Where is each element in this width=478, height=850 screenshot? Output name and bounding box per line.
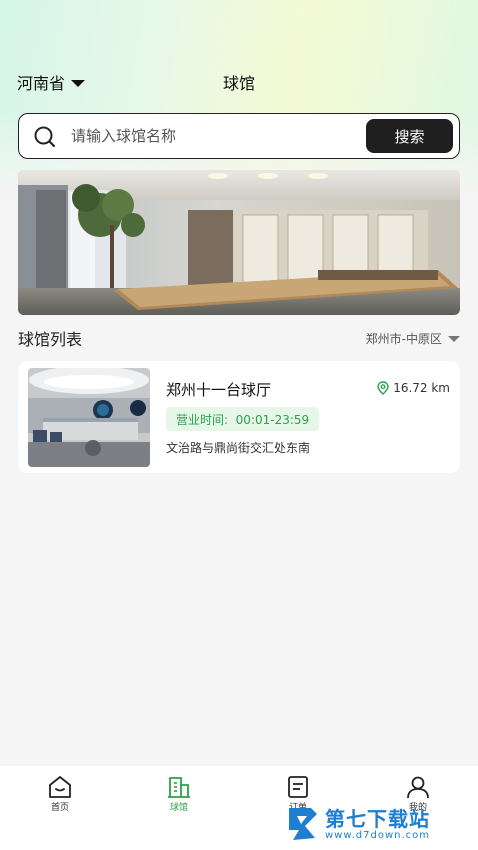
business-hours-badge: 营业时间: 00:01-23:59 <box>166 407 320 431</box>
watermark-logo-icon <box>289 808 317 840</box>
section-title: 球馆列表 <box>18 330 83 349</box>
profile-icon <box>407 776 429 799</box>
venue-distance: 16.72 km <box>376 381 450 395</box>
site-watermark: 第七下载站 www.d7down.com <box>285 800 475 848</box>
billiard-room-photo <box>18 170 460 315</box>
search-icon <box>34 126 56 148</box>
order-icon <box>288 776 308 798</box>
search-button[interactable]: 搜索 <box>366 119 453 153</box>
tab-home-label: 首页 <box>50 803 69 813</box>
venue-thumbnail <box>28 368 150 467</box>
venue-list-header: 球馆列表 郑州市-中原区 <box>18 326 460 350</box>
location-pin-icon <box>377 381 389 395</box>
banner-image[interactable] <box>18 170 460 315</box>
watermark-url: www.d7down.com <box>325 829 431 841</box>
tab-venue[interactable]: 球馆 <box>149 774 209 813</box>
page-title: 球馆 <box>222 74 255 93</box>
venue-address: 文治路与鼎尚街交汇处东南 <box>166 441 311 455</box>
search-bar: 搜索 <box>18 113 460 159</box>
tab-home[interactable]: 首页 <box>30 774 90 813</box>
top-header: 河南省 球馆 <box>0 62 478 98</box>
caret-down-icon <box>448 335 460 342</box>
venue-photo <box>28 368 150 467</box>
search-input[interactable] <box>71 122 371 150</box>
venue-card[interactable]: 郑州十一台球厅 16.72 km 营业时间: 00:01-23:59 文治路与鼎… <box>18 361 460 473</box>
tab-venue-label: 球馆 <box>169 803 188 813</box>
venue-distance-label: 16.72 km <box>393 381 450 395</box>
business-hours-label: 营业时间: 00:01-23:59 <box>176 412 310 427</box>
watermark-title: 第七下载站 <box>325 806 430 831</box>
venue-name: 郑州十一台球厅 <box>166 381 272 399</box>
venue-icon <box>168 777 190 798</box>
district-filter-label: 郑州市-中原区 <box>365 332 442 346</box>
home-icon <box>49 776 71 798</box>
district-filter[interactable]: 郑州市-中原区 <box>366 330 460 347</box>
